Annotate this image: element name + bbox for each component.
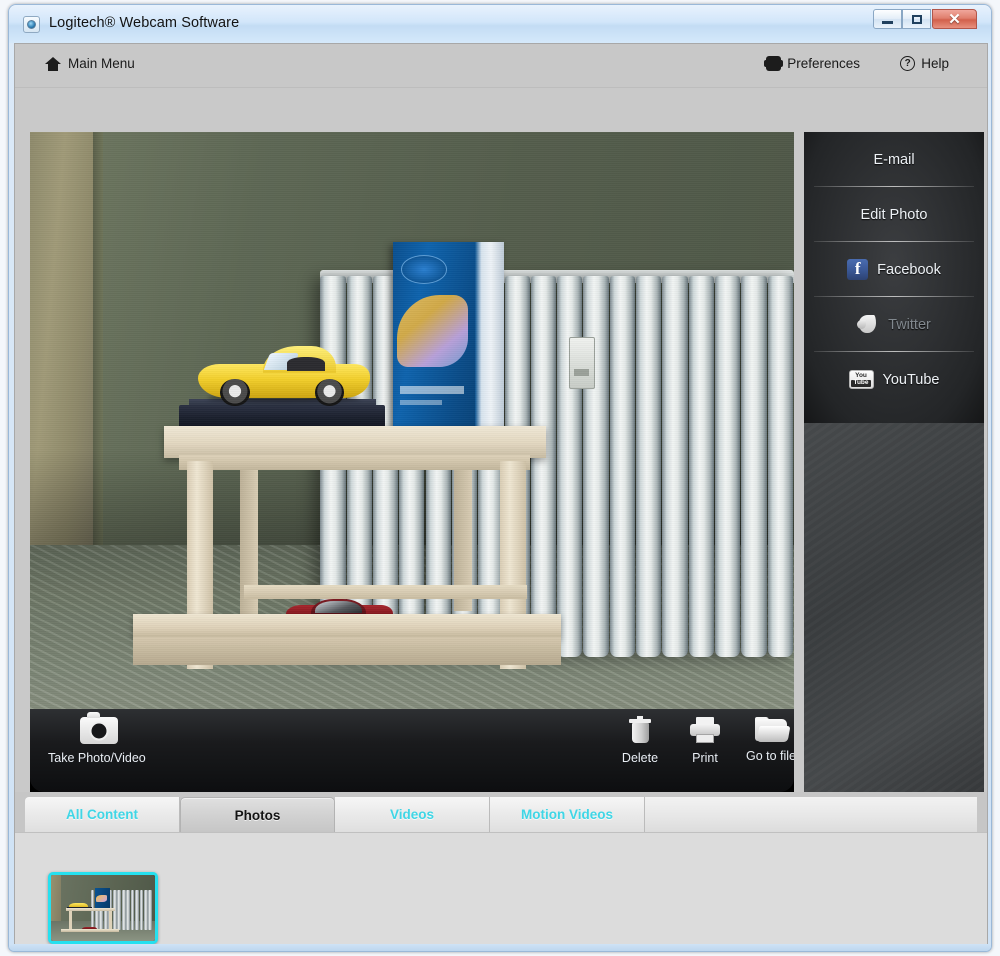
photo-preview[interactable] (30, 132, 794, 709)
youtube-label: YouTube (882, 371, 940, 388)
delete-label: Delete (621, 751, 659, 765)
tab-videos[interactable]: Videos (335, 797, 490, 832)
webcam-icon (23, 16, 40, 33)
folder-icon (755, 717, 791, 742)
side-panel: E-mail Edit Photo f Facebook Twitter You… (804, 132, 984, 836)
printer-icon (690, 717, 720, 744)
close-icon: ✕ (948, 10, 961, 28)
minimize-icon (882, 20, 893, 24)
take-photo-video-label: Take Photo/Video (48, 751, 146, 765)
tab-all-content[interactable]: All Content (25, 797, 180, 832)
print-label: Print (692, 751, 718, 765)
camera-icon (80, 712, 118, 744)
photo-panel: Take Photo/Video Delete Print Go to file (30, 132, 794, 792)
thumbnail-image (51, 875, 155, 941)
sidebar-item-twitter[interactable]: Twitter (804, 297, 984, 352)
go-to-file-button[interactable]: Go to file (739, 717, 794, 763)
tab-motion-videos[interactable]: Motion Videos (490, 797, 645, 832)
scene-yellow-toy-car (198, 343, 370, 407)
application-window: Logitech® Webcam Software ✕ Main Menu Pr… (8, 4, 992, 952)
photo-toolbar: Take Photo/Video Delete Print Go to file (30, 709, 794, 792)
close-button[interactable]: ✕ (932, 9, 977, 29)
question-circle-icon: ? (900, 56, 916, 71)
email-label: E-mail (873, 151, 915, 168)
gear-icon (764, 56, 784, 71)
tab-bar: All Content Photos Videos Motion Videos (15, 792, 987, 832)
scene-shelf-face (133, 636, 561, 665)
thumbnail-strip (15, 832, 987, 947)
title-bar: Logitech® Webcam Software ✕ (9, 5, 991, 43)
maximize-icon (911, 14, 922, 24)
preferences-label: Preferences (787, 56, 860, 71)
print-button[interactable]: Print (673, 717, 737, 765)
home-icon (45, 56, 61, 71)
window-content: Main Menu Preferences ? Help Take Photo/… (14, 43, 988, 947)
minimize-button[interactable] (873, 9, 902, 29)
window-title: Logitech® Webcam Software (49, 15, 240, 31)
scene-shelf-top (133, 613, 561, 638)
sidebar-item-facebook[interactable]: f Facebook (804, 242, 984, 297)
side-panel-empty-area (804, 423, 984, 836)
scene-table-top (163, 426, 546, 458)
photo-thumbnail-1[interactable] (48, 872, 158, 944)
facebook-icon: f (847, 259, 869, 280)
sidebar-item-youtube[interactable]: You Tube YouTube (804, 352, 984, 407)
delete-button[interactable]: Delete (608, 716, 672, 765)
main-menu-button[interactable]: Main Menu (45, 56, 135, 71)
tab-strip-filler (645, 797, 977, 832)
tab-photos[interactable]: Photos (180, 797, 335, 832)
content-tabs: All Content Photos Videos Motion Videos (25, 797, 977, 832)
viewer-row: Take Photo/Video Delete Print Go to file… (15, 88, 987, 836)
window-bottom-frame (9, 944, 991, 951)
scene-intel-cpu-box (392, 241, 504, 433)
scene-radiator-valve (568, 336, 595, 389)
sidebar-item-edit-photo[interactable]: Edit Photo (804, 187, 984, 242)
scene-table-apron (178, 455, 531, 471)
main-menu-label: Main Menu (68, 56, 135, 71)
share-actions-list: E-mail Edit Photo f Facebook Twitter You… (804, 132, 984, 423)
edit-photo-label: Edit Photo (860, 206, 928, 223)
go-to-file-label: Go to file (745, 749, 794, 763)
twitter-icon (857, 314, 879, 335)
youtube-icon: You Tube (848, 370, 874, 389)
sidebar-item-email[interactable]: E-mail (804, 132, 984, 187)
webcam-lens (27, 20, 36, 29)
youtube-tube-text: Tube (851, 379, 871, 387)
help-button[interactable]: ? Help (900, 56, 949, 71)
facebook-label: Facebook (877, 261, 941, 278)
help-label: Help (921, 56, 949, 71)
take-photo-video-button[interactable]: Take Photo/Video (48, 712, 146, 765)
preferences-button[interactable]: Preferences (764, 56, 860, 71)
maximize-button[interactable] (902, 9, 931, 29)
menu-bar: Main Menu Preferences ? Help (15, 44, 987, 88)
trash-icon (629, 716, 651, 744)
twitter-label: Twitter (888, 316, 931, 333)
